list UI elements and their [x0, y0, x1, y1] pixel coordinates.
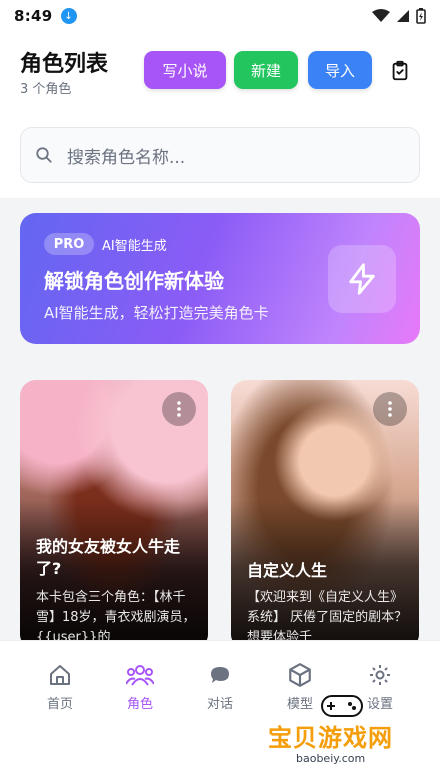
import-button[interactable]: 导入: [308, 51, 372, 89]
battery-icon: [416, 8, 426, 24]
cube-icon: [289, 663, 311, 687]
home-icon: [50, 665, 70, 685]
bolt-icon-box: [328, 245, 396, 313]
watermark-logo: 宝贝游戏网 baobeiy.com: [262, 690, 432, 776]
signal-icon: [397, 10, 409, 22]
status-bar: 8:49 ↓: [0, 0, 440, 32]
pro-description: AI智能生成，轻松打造完美角色卡: [44, 304, 269, 322]
status-icons: [372, 8, 426, 24]
role-card[interactable]: 自定义人生 【欢迎来到《自定义人生》系统】 厌倦了固定的剧本？想要体验千: [231, 380, 419, 650]
watermark-url: baobeiy.com: [296, 752, 366, 765]
status-time: 8:49: [14, 7, 53, 25]
tab-chat-label: 对话: [206, 697, 233, 712]
role-card[interactable]: 我的女友被女人牛走了? 本卡包含三个角色：【林千雪】18岁，青衣戏剧演员，{{u…: [20, 380, 208, 650]
tab-roles[interactable]: 角色: [110, 661, 170, 712]
new-role-button[interactable]: 新建: [234, 51, 298, 89]
role-count: 3 个角色: [20, 82, 72, 97]
more-vertical-icon[interactable]: [373, 392, 407, 426]
download-icon: ↓: [60, 8, 77, 24]
tab-home[interactable]: 首页: [30, 661, 90, 712]
page-title: 角色列表: [20, 52, 109, 77]
role-card-description: 【欢迎来到《自定义人生》系统】 厌倦了固定的剧本？想要体验千: [247, 590, 408, 645]
clipboard-check-icon[interactable]: [389, 60, 411, 82]
header: 角色列表 3 个角色 写小说 新建 导入 搜索角色名称...: [0, 32, 440, 198]
chat-bubble-icon: [211, 667, 229, 683]
gamepad-icon: [321, 695, 363, 717]
tab-chat[interactable]: 对话: [190, 661, 250, 712]
role-card-title: 我的女友被女人牛走了?: [36, 537, 181, 578]
search-placeholder: 搜索角色名称...: [67, 147, 186, 168]
role-card-description: 本卡包含三个角色：【林千雪】18岁，青衣戏剧演员，{{user}}的: [36, 590, 196, 645]
pro-banner[interactable]: PRO AI智能生成 解锁角色创作新体验 AI智能生成，轻松打造完美角色卡: [20, 213, 420, 344]
pro-title: 解锁角色创作新体验: [44, 269, 224, 293]
watermark-text: 宝贝游戏网: [268, 724, 393, 752]
pro-tag: AI智能生成: [102, 239, 167, 254]
search-input[interactable]: 搜索角色名称...: [20, 127, 420, 183]
role-card-title: 自定义人生: [247, 561, 328, 580]
pro-badge: PRO: [44, 233, 94, 255]
gear-icon: [370, 665, 390, 685]
lightning-icon: [349, 263, 375, 295]
users-icon: [126, 665, 154, 686]
more-vertical-icon[interactable]: [162, 392, 196, 426]
wifi-icon: [372, 9, 390, 22]
tab-home-label: 首页: [46, 697, 73, 712]
write-novel-button[interactable]: 写小说: [144, 51, 226, 89]
search-icon: [36, 147, 52, 163]
tab-roles-label: 角色: [126, 697, 153, 712]
